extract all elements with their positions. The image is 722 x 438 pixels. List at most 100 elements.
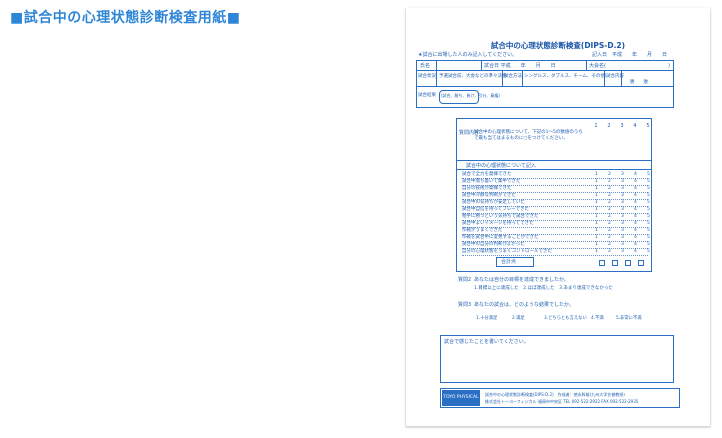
date-field[interactable]: 記入日 平成 年 月 日 — [592, 52, 667, 58]
questionnaire-sheet: 試合中の心理状態診断検査(DIPS-D.2) ★試合に出場した人のみ記入してくだ… — [406, 8, 710, 426]
q3-text: あなたの試合は、どのような結果でしたか。 — [474, 302, 574, 308]
scale-option-5[interactable]: 5 — [647, 207, 650, 213]
q3-label: 質問3 — [458, 302, 472, 308]
scale-option-3[interactable]: 3 — [621, 172, 624, 178]
scale-option-1[interactable]: 1 — [595, 186, 598, 192]
scale-option-4[interactable]: 4 — [634, 172, 637, 178]
result-label: 試合結果 — [418, 93, 436, 98]
scale-col-2: 2 — [607, 123, 611, 129]
scale-col-4: 4 — [633, 123, 637, 129]
scale-option-2[interactable]: 2 — [608, 172, 611, 178]
scale-col-1: 1 — [594, 123, 598, 129]
total-box-2[interactable] — [612, 260, 618, 266]
total-box-3[interactable] — [625, 260, 631, 266]
scale-option-5[interactable]: 5 — [647, 228, 650, 234]
comment-label: 試合で感じたことを書いてください。 — [444, 339, 529, 345]
scale-option-1[interactable]: 1 — [595, 179, 598, 185]
scale-option-1[interactable]: 1 — [595, 228, 598, 234]
scale-option-3[interactable]: 3 — [621, 200, 624, 206]
scale-option-3[interactable]: 3 — [621, 221, 624, 227]
footer-title: 試合中の心理状態診断検査(DIPS-D.2) 作成者：徳永幹雄(九州大学名誉教授… — [485, 392, 625, 397]
scale-option-2[interactable]: 2 — [608, 235, 611, 241]
q2-options[interactable]: 1.目標以上に達成した 2.ほぼ達成した 3.あまり達成できなかった — [474, 286, 613, 292]
scale-option-4[interactable]: 4 — [634, 200, 637, 206]
scale-option-3[interactable]: 3 — [621, 207, 624, 213]
scale-option-3[interactable]: 3 — [621, 193, 624, 199]
content-text[interactable]: 勝 敗 — [630, 80, 648, 86]
scale-option-3[interactable]: 3 — [621, 214, 624, 220]
situation-label: 試合状況 — [418, 74, 436, 79]
scale-option-3[interactable]: 3 — [621, 228, 624, 234]
scale-option-4[interactable]: 4 — [634, 193, 637, 199]
scale-option-5[interactable]: 5 — [647, 235, 650, 241]
situation-text[interactable]: 予選試合前、大会などの準々決勝 — [439, 74, 507, 80]
scale-option-1[interactable]: 1 — [595, 172, 598, 178]
scale-option-5[interactable]: 5 — [647, 242, 650, 248]
total-label: 合計点 — [501, 259, 517, 265]
scale-col-5: 5 — [646, 123, 650, 129]
q3-option-1[interactable]: 1.十分満足 — [476, 316, 497, 322]
total-box-4[interactable] — [638, 260, 644, 266]
scale-option-4[interactable]: 4 — [634, 228, 637, 234]
scale-option-4[interactable]: 4 — [634, 235, 637, 241]
scale-option-2[interactable]: 2 — [608, 186, 611, 192]
total-box-1[interactable] — [599, 260, 605, 266]
q3-option-5[interactable]: 5.非常に不満 — [616, 316, 642, 322]
q2-label: 質問2 — [458, 277, 472, 283]
scale-option-5[interactable]: 5 — [647, 214, 650, 220]
scale-option-1[interactable]: 1 — [595, 200, 598, 206]
scale-option-2[interactable]: 2 — [608, 214, 611, 220]
scale-option-1[interactable]: 1 — [595, 207, 598, 213]
scale-option-2[interactable]: 2 — [608, 242, 611, 248]
scale-note: 試合中の心理状態について、下記の1〜5の数値のうちで最も当てはまるものに○をつけ… — [474, 130, 583, 141]
scale-option-3[interactable]: 3 — [621, 179, 624, 185]
method-text[interactable]: シングルス、ダブルス、チーム、その他( — [524, 74, 607, 80]
result-text: (試合、勝ち、負け、引分、棄権) — [441, 93, 500, 98]
scale-option-4[interactable]: 4 — [634, 179, 637, 185]
q3-option-4[interactable]: 4.不満 — [591, 316, 604, 322]
scale-option-1[interactable]: 1 — [595, 242, 598, 248]
scale-option-5[interactable]: 5 — [647, 172, 650, 178]
scale-option-3[interactable]: 3 — [621, 242, 624, 248]
scale-option-4[interactable]: 4 — [634, 207, 637, 213]
scale-option-2[interactable]: 2 — [608, 200, 611, 206]
scale-option-5[interactable]: 5 — [647, 186, 650, 192]
method-label: 試合方法 — [504, 74, 522, 79]
scale-option-1[interactable]: 1 — [595, 214, 598, 220]
scale-option-4[interactable]: 4 — [634, 249, 637, 255]
scale-option-5[interactable]: 5 — [647, 200, 650, 206]
scale-option-2[interactable]: 2 — [608, 249, 611, 255]
scale-option-5[interactable]: 5 — [647, 193, 650, 199]
scale-option-5[interactable]: 5 — [647, 221, 650, 227]
name-label: 氏名 — [420, 63, 431, 69]
scale-option-1[interactable]: 1 — [595, 249, 598, 255]
footer-publisher: 株式会社トーヨーフィジカル 福岡市中央区 TEL 092-522-2922 FA… — [485, 399, 639, 404]
scale-option-4[interactable]: 4 — [634, 186, 637, 192]
tournament-field[interactable]: 大会名( — [589, 63, 606, 69]
form-footer: TOYO PHYSICAL 試合中の心理状態診断検査(DIPS-D.2) 作成者… — [440, 388, 680, 408]
scale-option-4[interactable]: 4 — [634, 221, 637, 227]
scale-option-5[interactable]: 5 — [647, 249, 650, 255]
scale-option-5[interactable]: 5 — [647, 179, 650, 185]
scale-option-1[interactable]: 1 — [595, 235, 598, 241]
scale-option-2[interactable]: 2 — [608, 228, 611, 234]
q3-option-3[interactable]: 3.どちらとも言えない — [544, 316, 587, 322]
scale-option-2[interactable]: 2 — [608, 221, 611, 227]
tournament-close: ) — [668, 63, 670, 69]
scale-option-2[interactable]: 2 — [608, 207, 611, 213]
scale-option-2[interactable]: 2 — [608, 193, 611, 199]
row-separator — [462, 255, 648, 256]
q3-option-2[interactable]: 2.満足 — [512, 316, 525, 322]
match-date-field[interactable]: 試合日 平成 年 月 日 — [484, 63, 556, 69]
scale-option-3[interactable]: 3 — [621, 249, 624, 255]
scale-option-3[interactable]: 3 — [621, 186, 624, 192]
scale-option-2[interactable]: 2 — [608, 179, 611, 185]
scale-option-4[interactable]: 4 — [634, 214, 637, 220]
page-heading: ■試合中の心理状態診断検査用紙■ — [10, 10, 241, 26]
scale-option-4[interactable]: 4 — [634, 242, 637, 248]
scale-option-1[interactable]: 1 — [595, 221, 598, 227]
scale-option-3[interactable]: 3 — [621, 235, 624, 241]
scale-option-1[interactable]: 1 — [595, 193, 598, 199]
scale-col-3: 3 — [620, 123, 624, 129]
publisher-logo: TOYO PHYSICAL — [442, 390, 480, 406]
